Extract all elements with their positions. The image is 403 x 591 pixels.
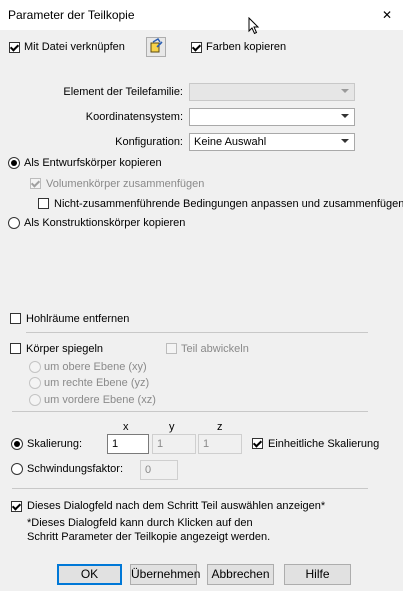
- merge-solid-checkbox[interactable]: [30, 178, 41, 189]
- mirror-plane-yz-radio[interactable]: [29, 377, 41, 389]
- show-dialog-label: Dieses Dialogfeld nach dem Schritt Teil …: [27, 500, 326, 512]
- mirror-plane-xy-label: um obere Ebene (xy): [44, 361, 147, 373]
- shrink-factor-radio[interactable]: [11, 463, 23, 475]
- construction-body-radio[interactable]: [8, 217, 20, 229]
- close-icon[interactable]: ✕: [380, 8, 394, 22]
- copy-colors-label: Farben kopieren: [206, 41, 287, 53]
- non-merging-label: Nicht-zusammenführende Bedingungen anpas…: [54, 198, 403, 210]
- chevron-down-icon: [341, 89, 349, 93]
- configuration-label: Konfiguration:: [115, 136, 183, 148]
- axis-header-y: y: [169, 421, 175, 433]
- coordinate-system-label: Koordinatensystem:: [85, 111, 183, 123]
- mirror-plane-xz-radio[interactable]: [29, 394, 41, 406]
- copy-colors-checkbox[interactable]: [191, 42, 202, 53]
- configuration-select[interactable]: Keine Auswahl: [189, 133, 355, 151]
- merge-solid-label: Volumenkörper zusammenfügen: [46, 178, 205, 190]
- axis-header-z: z: [217, 421, 223, 433]
- link-file-label: Mit Datei verknüpfen: [24, 41, 125, 53]
- separator: [12, 488, 368, 489]
- help-button[interactable]: Hilfe: [284, 564, 351, 585]
- mirror-plane-yz-label: um rechte Ebene (yz): [44, 377, 150, 389]
- link-file-checkbox[interactable]: [9, 42, 20, 53]
- edit-link-button[interactable]: [146, 37, 166, 57]
- remove-cavities-label: Hohlräume entfernen: [26, 313, 130, 325]
- family-element-label: Element der Teilefamilie:: [63, 86, 183, 98]
- unfold-part-checkbox[interactable]: [166, 343, 177, 354]
- axis-header-x: x: [123, 421, 129, 433]
- show-dialog-checkbox[interactable]: [11, 501, 22, 512]
- note-line-1: *Dieses Dialogfeld kann durch Klicken au…: [27, 517, 253, 529]
- shrink-factor-input[interactable]: 0: [140, 460, 178, 480]
- mirror-plane-xz-label: um vordere Ebene (xz): [44, 394, 156, 406]
- mouse-cursor-icon: [248, 17, 260, 35]
- remove-cavities-checkbox[interactable]: [10, 313, 21, 324]
- cancel-button[interactable]: Abbrechen: [207, 564, 274, 585]
- window-title: Parameter der Teilkopie: [8, 8, 135, 22]
- chevron-down-icon: [341, 114, 349, 118]
- separator: [26, 332, 368, 333]
- scaling-label: Skalierung:: [27, 438, 83, 450]
- uniform-scaling-label: Einheitliche Skalierung: [268, 438, 380, 450]
- scale-y-input[interactable]: 1: [152, 434, 196, 454]
- link-edit-icon: [150, 38, 163, 53]
- design-body-label: Als Entwurfskörper kopieren: [24, 157, 162, 169]
- uniform-scaling-checkbox[interactable]: [252, 438, 263, 449]
- ok-button[interactable]: OK: [57, 564, 122, 585]
- chevron-down-icon: [341, 139, 349, 143]
- unfold-part-label: Teil abwickeln: [181, 343, 249, 355]
- design-body-radio[interactable]: [8, 157, 20, 169]
- mirror-body-label: Körper spiegeln: [26, 343, 104, 355]
- mirror-body-checkbox[interactable]: [10, 343, 21, 354]
- mirror-plane-xy-radio[interactable]: [29, 361, 41, 373]
- coordinate-system-select[interactable]: [189, 108, 355, 126]
- apply-button[interactable]: Übernehmen: [130, 564, 200, 585]
- family-element-select[interactable]: [189, 83, 355, 101]
- scaling-radio[interactable]: [11, 438, 23, 450]
- construction-body-label: Als Konstruktionskörper kopieren: [24, 217, 186, 229]
- scale-x-input[interactable]: 1: [107, 434, 149, 454]
- shrink-factor-label: Schwindungsfaktor:: [27, 463, 123, 475]
- separator: [12, 411, 368, 412]
- note-line-2: Schritt Parameter der Teilkopie angezeig…: [27, 531, 271, 543]
- non-merging-checkbox[interactable]: [38, 198, 49, 209]
- scale-z-input[interactable]: 1: [198, 434, 242, 454]
